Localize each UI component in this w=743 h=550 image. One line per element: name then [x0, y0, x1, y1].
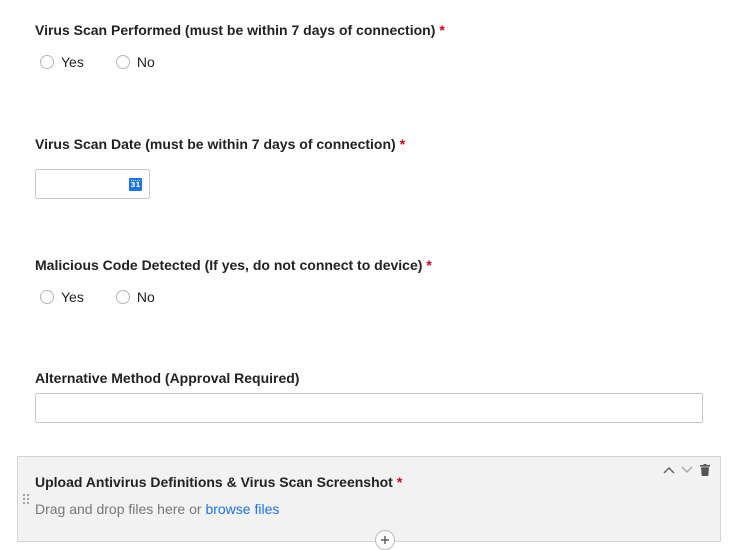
radio-label-yes: Yes: [61, 289, 84, 305]
malicious-code-yes-option[interactable]: Yes: [40, 289, 84, 305]
upload-field-panel: Upload Antivirus Definitions & Virus Sca…: [17, 456, 721, 542]
field-toolbar: [660, 461, 714, 479]
radio-button-yes[interactable]: [40, 55, 54, 69]
radio-label-no: No: [136, 289, 155, 305]
radio-label-no: No: [136, 54, 155, 70]
virus-scan-performed-yes-option[interactable]: Yes: [40, 54, 84, 70]
upload-label-text: Upload Antivirus Definitions & Virus Sca…: [35, 474, 393, 490]
chevron-down-icon[interactable]: [678, 461, 696, 479]
radio-label-yes: Yes: [61, 54, 84, 70]
upload-dropzone[interactable]: Drag and drop files here or browse files: [35, 501, 279, 517]
virus-scan-performed-label-text: Virus Scan Performed (must be within 7 d…: [35, 22, 436, 38]
malicious-code-radio-group: Yes No: [40, 288, 155, 306]
chevron-up-icon[interactable]: [660, 461, 678, 479]
radio-button-no[interactable]: [115, 55, 130, 69]
radio-button-no[interactable]: [115, 290, 130, 304]
required-marker: *: [439, 22, 445, 38]
trash-icon[interactable]: [696, 461, 714, 479]
browse-files-link[interactable]: browse files: [205, 501, 279, 517]
radio-button-yes[interactable]: [40, 290, 54, 304]
virus-scan-date-input[interactable]: 31: [35, 169, 150, 199]
virus-scan-performed-label: Virus Scan Performed (must be within 7 d…: [35, 22, 445, 38]
malicious-code-label: Malicious Code Detected (If yes, do not …: [35, 257, 432, 273]
virus-scan-date-label-text: Virus Scan Date (must be within 7 days o…: [35, 136, 396, 152]
required-marker: *: [426, 257, 432, 273]
alternative-method-input[interactable]: [35, 393, 703, 423]
upload-hint-text: Drag and drop files here or: [35, 501, 202, 517]
alternative-method-label: Alternative Method (Approval Required): [35, 370, 300, 386]
malicious-code-label-text: Malicious Code Detected (If yes, do not …: [35, 257, 423, 273]
virus-scan-performed-radio-group: Yes No: [40, 53, 155, 71]
virus-scan-date-label: Virus Scan Date (must be within 7 days o…: [35, 136, 405, 152]
required-marker: *: [399, 136, 406, 152]
calendar-icon[interactable]: 31: [129, 178, 142, 191]
virus-scan-performed-no-option[interactable]: No: [115, 54, 155, 70]
required-marker: *: [396, 474, 403, 490]
malicious-code-no-option[interactable]: No: [115, 289, 155, 305]
plus-icon[interactable]: [375, 530, 395, 550]
upload-label: Upload Antivirus Definitions & Virus Sca…: [35, 474, 402, 490]
drag-handle-icon[interactable]: [23, 494, 31, 506]
